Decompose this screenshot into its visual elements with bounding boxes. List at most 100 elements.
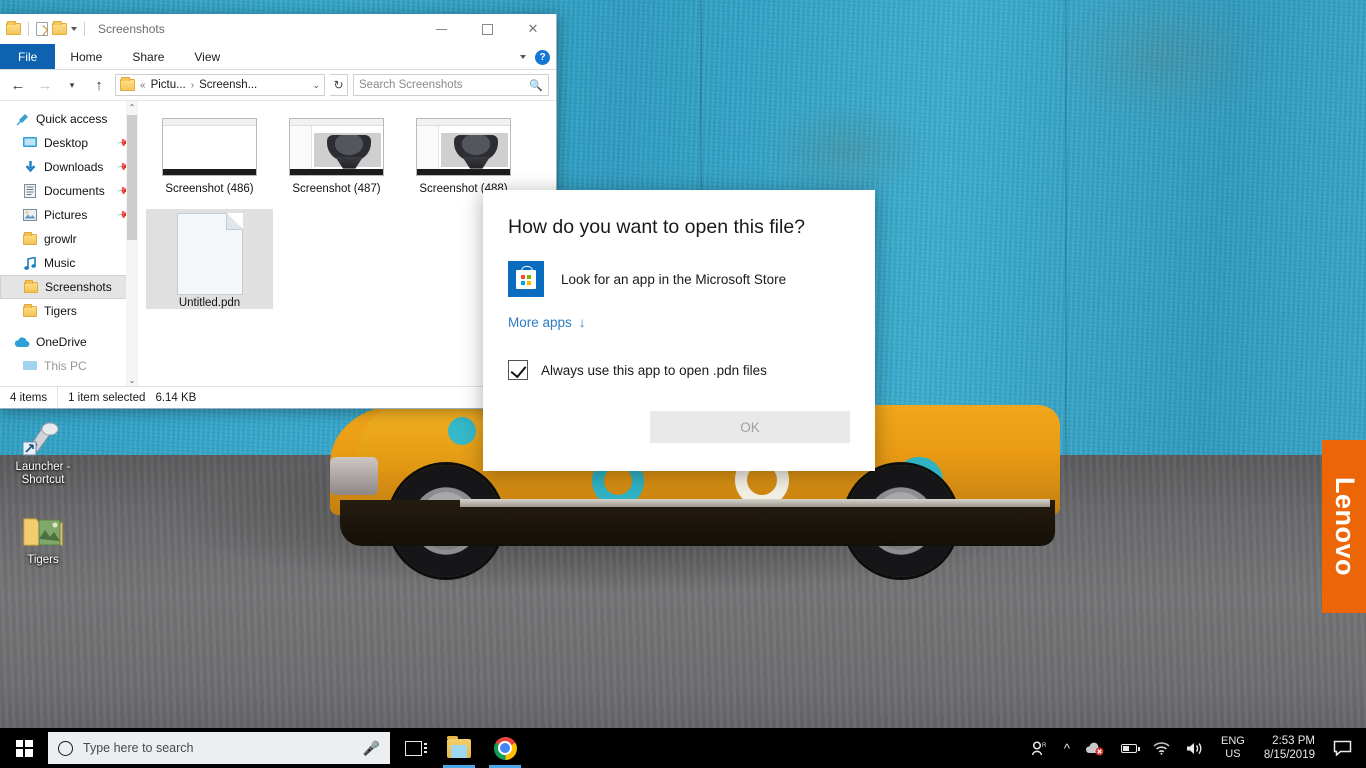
sidebar-item-desktop[interactable]: Desktop 📌: [0, 131, 138, 155]
system-tray[interactable]: R ^ ENG US 2:53 PM 8/15/2019: [1023, 728, 1366, 768]
taskbar-app-chrome[interactable]: [482, 728, 528, 768]
battery-icon[interactable]: [1113, 728, 1145, 768]
navigation-scrollbar[interactable]: ⌃ ⌄: [126, 101, 138, 386]
sidebar-item-label: This PC: [44, 359, 87, 373]
onedrive-error-icon[interactable]: [1078, 728, 1113, 768]
scrollbar-thumb[interactable]: [127, 115, 137, 240]
sidebar-item-documents[interactable]: Documents 📌: [0, 179, 138, 203]
breadcrumb-dropdown-icon[interactable]: ⌄: [312, 80, 320, 91]
customize-chevron-icon[interactable]: [71, 27, 77, 31]
breadcrumb-screenshots[interactable]: Screensh...: [199, 79, 257, 91]
ribbon-expand-chevron-icon[interactable]: [520, 55, 526, 59]
refresh-button[interactable]: ↻: [330, 74, 348, 96]
address-bar[interactable]: ← → ▾ ↑ « Pictu... › Screensh... ⌄ ↻ Sea…: [0, 70, 556, 100]
breadcrumb-overflow[interactable]: «: [140, 80, 146, 91]
search-input[interactable]: Search Screenshots 🔍: [353, 74, 549, 96]
always-use-checkbox-row[interactable]: Always use this app to open .pdn files: [483, 330, 875, 380]
document-thumbnail: [176, 213, 243, 295]
more-apps-link[interactable]: More apps ↓: [483, 297, 875, 330]
sidebar-item-screenshots[interactable]: Screenshots: [0, 275, 138, 299]
scroll-up-icon[interactable]: ⌃: [126, 101, 138, 113]
folder-icon[interactable]: [6, 21, 21, 35]
window-controls[interactable]: ✕: [418, 14, 556, 44]
more-apps-label: More apps: [508, 315, 572, 330]
navigation-pane[interactable]: Quick access Desktop 📌 Downloads 📌 Docum…: [0, 101, 138, 386]
action-center-button[interactable]: [1325, 728, 1360, 768]
file-explorer-window[interactable]: Screenshots ✕ File Home Share View ? ← →…: [0, 14, 557, 409]
people-icon[interactable]: R: [1023, 728, 1056, 768]
dialog-title: How do you want to open this file?: [508, 216, 806, 238]
file-item[interactable]: Untitled.pdn: [146, 209, 273, 309]
tab-file[interactable]: File: [0, 44, 56, 69]
scroll-down-icon[interactable]: ⌄: [126, 374, 138, 386]
sidebar-item-music[interactable]: Music: [0, 251, 138, 275]
start-button[interactable]: [0, 728, 48, 768]
back-button[interactable]: ←: [7, 74, 29, 96]
status-bar: 4 items 1 item selected 6.14 KB: [0, 386, 556, 408]
task-view-button[interactable]: [390, 728, 436, 768]
clock[interactable]: 2:53 PM 8/15/2019: [1254, 728, 1325, 768]
sidebar-item-downloads[interactable]: Downloads 📌: [0, 155, 138, 179]
breadcrumb[interactable]: « Pictu... › Screensh... ⌄: [115, 74, 325, 96]
recent-locations-button[interactable]: ▾: [61, 74, 83, 96]
new-folder-icon[interactable]: [52, 21, 67, 35]
open-with-dialog[interactable]: How do you want to open this file? Look …: [483, 190, 875, 471]
search-placeholder: Type here to search: [83, 741, 194, 755]
help-icon[interactable]: ?: [535, 49, 550, 65]
sidebar-item-label: Quick access: [36, 112, 108, 126]
pictures-icon: [22, 208, 38, 222]
desktop-icon-tigers[interactable]: Tigers: [0, 508, 86, 567]
file-item[interactable]: Screenshot (487): [273, 109, 400, 209]
lenovo-label: Lenovo: [1329, 476, 1360, 577]
tab-share[interactable]: Share: [117, 44, 179, 69]
sidebar-item-quick-access[interactable]: Quick access: [0, 107, 138, 131]
sidebar-item-label: Pictures: [44, 208, 88, 222]
cortana-circle-icon: [58, 740, 73, 756]
window-title-bar[interactable]: Screenshots ✕: [0, 14, 556, 44]
sidebar-item-pictures[interactable]: Pictures 📌: [0, 203, 138, 227]
wifi-icon[interactable]: [1145, 728, 1178, 768]
tab-view[interactable]: View: [179, 44, 235, 69]
file-item[interactable]: Screenshot (486): [146, 109, 273, 209]
search-input[interactable]: Type here to search 🎤: [48, 732, 390, 764]
taskbar-app-file-explorer[interactable]: [436, 728, 482, 768]
up-button[interactable]: ↑: [88, 74, 110, 96]
sidebar-item-label: Documents: [44, 184, 105, 198]
minimize-button[interactable]: [418, 14, 464, 44]
sidebar-item-label: OneDrive: [36, 335, 87, 349]
maximize-button[interactable]: [464, 14, 510, 44]
always-use-checkbox[interactable]: [508, 360, 528, 380]
taskbar[interactable]: Type here to search 🎤 R ^ ENG US 2:53 PM: [0, 728, 1366, 768]
quick-access-toolbar[interactable]: [6, 21, 88, 36]
forward-button[interactable]: →: [34, 74, 56, 96]
sidebar-item-tigers[interactable]: Tigers: [0, 299, 138, 323]
always-use-label: Always use this app to open .pdn files: [541, 362, 767, 378]
sidebar-item-label: Music: [44, 256, 76, 270]
sidebar-item-this-pc-partial[interactable]: This PC: [0, 354, 138, 378]
folder-icon: [24, 279, 38, 293]
task-view-icon: [404, 740, 427, 756]
svg-text:R: R: [1042, 743, 1047, 749]
sidebar-item-growlr[interactable]: growlr: [0, 227, 138, 251]
microsoft-store-icon: [508, 261, 544, 297]
language-indicator[interactable]: ENG US: [1212, 728, 1254, 768]
microphone-icon[interactable]: 🎤: [363, 740, 380, 757]
breadcrumb-pictures[interactable]: Pictu...: [151, 79, 186, 91]
sidebar-item-onedrive[interactable]: OneDrive: [0, 330, 138, 354]
file-name: Screenshot (487): [292, 183, 381, 195]
show-hidden-icons-chevron[interactable]: ^: [1056, 728, 1078, 768]
ok-button[interactable]: OK: [650, 411, 850, 443]
music-icon: [22, 256, 38, 270]
properties-icon[interactable]: [36, 22, 48, 36]
folder-icon: [23, 303, 37, 317]
language-line2: US: [1225, 748, 1241, 760]
desktop-icon-launcher[interactable]: Launcher - Shortcut: [0, 415, 86, 487]
sidebar-item-label: Desktop: [44, 136, 89, 150]
volume-icon[interactable]: [1178, 728, 1212, 768]
store-option-row[interactable]: Look for an app in the Microsoft Store: [483, 239, 875, 297]
desktop-icon-label: Tigers: [27, 554, 59, 566]
ribbon-tab-bar[interactable]: File Home Share View ?: [0, 44, 556, 70]
file-explorer-icon: [447, 735, 471, 758]
close-button[interactable]: ✕: [510, 14, 556, 44]
tab-home[interactable]: Home: [55, 44, 117, 69]
